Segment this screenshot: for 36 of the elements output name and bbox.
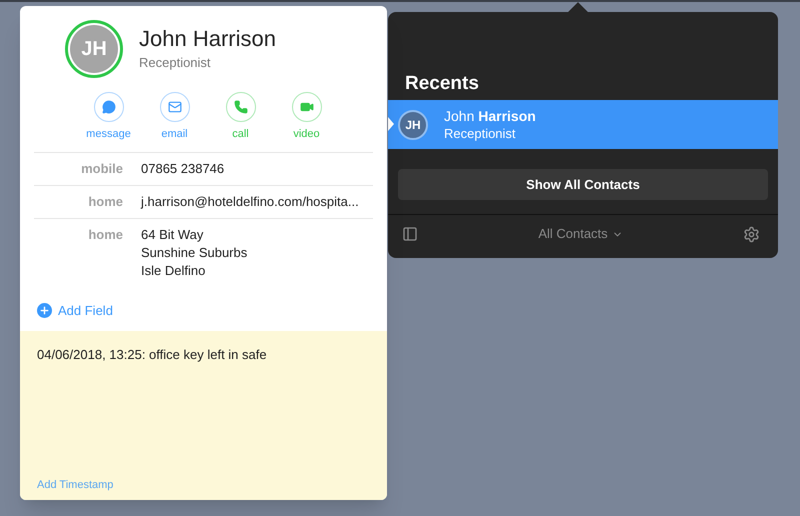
envelope-icon: [168, 100, 182, 114]
plus-icon: [37, 302, 52, 318]
add-timestamp-link[interactable]: Add Timestamp: [37, 476, 114, 493]
action-label: video: [293, 127, 320, 142]
action-button[interactable]: [160, 92, 190, 122]
avatar: JH: [398, 110, 428, 140]
avatar: JH: [65, 20, 123, 78]
action-label: message: [86, 127, 131, 142]
action-button[interactable]: [292, 92, 322, 122]
action-label: call: [232, 127, 249, 142]
recents-heading: Recents: [404, 72, 480, 96]
speech-bubble-icon: [102, 100, 116, 114]
action-button[interactable]: [226, 92, 256, 122]
field-label: home: [87, 226, 123, 244]
field-value: Sunshine Suburbs: [141, 244, 248, 262]
contact-name: John Harrison: [139, 25, 276, 54]
recent-contact-row[interactable]: JH John Harrison Receptionist: [388, 100, 778, 149]
note-text: 04/06/2018, 13:25: office key left in safe: [37, 346, 268, 364]
action-button[interactable]: [94, 92, 124, 122]
field-label: home: [87, 192, 123, 210]
phone-icon: [234, 100, 248, 114]
action-label: email: [161, 127, 188, 142]
sidebar-toggle-icon[interactable]: [402, 226, 418, 242]
add-field-button[interactable]: Add Field: [37, 300, 113, 320]
settings-icon[interactable]: [743, 226, 760, 242]
field-label: mobile: [80, 160, 123, 178]
group-dropdown[interactable]: All Contacts: [538, 224, 623, 244]
show-all-contacts-button[interactable]: Show All Contacts: [398, 169, 768, 200]
field-value: 64 Bit Way: [141, 226, 204, 244]
contact-subtitle: Receptionist: [444, 124, 517, 142]
field-value: Isle Delfino: [141, 262, 206, 280]
contact-title: Receptionist: [139, 54, 212, 72]
contact-name: John Harrison: [444, 106, 536, 124]
field-value: j.harrison@hoteldelfino.com/hospita...: [141, 192, 359, 210]
field-value: 07865 238746: [141, 160, 224, 178]
video-camera-icon: [300, 100, 314, 114]
